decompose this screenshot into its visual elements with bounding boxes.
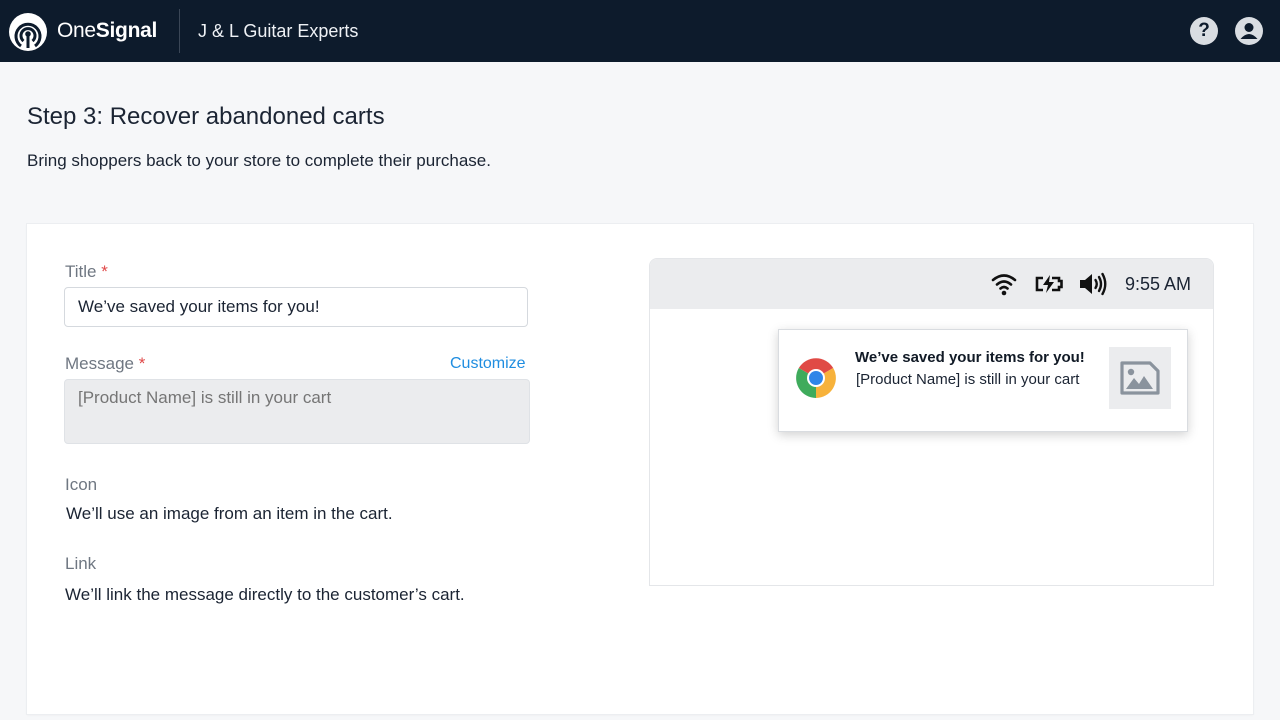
onesignal-logo-icon[interactable] [9,13,47,51]
push-notification-preview: We’ve saved your items for you! [Product… [778,329,1188,432]
message-label-text: Message [65,354,134,373]
brand-name-bold: Signal [95,19,158,42]
brand-name: OneSignal [57,19,157,43]
title-label: Title * [65,262,108,282]
page-title: Step 3: Recover abandoned carts [27,103,385,130]
notification-title: We’ve saved your items for you! [855,349,1085,366]
settings-card: Title * Message * Customize Icon We’ll u… [27,224,1253,714]
image-placeholder-icon [1120,361,1160,395]
user-avatar-icon[interactable] [1235,17,1263,45]
icon-label: Icon [65,475,98,494]
help-icon[interactable]: ? [1190,17,1218,45]
chrome-icon [796,358,836,398]
notification-body: [Product Name] is still in your cart [856,371,1080,388]
required-asterisk: * [138,354,146,373]
icon-description: We’ll use an image from an item in the c… [66,504,393,523]
app-name[interactable]: J & L Guitar Experts [198,21,358,42]
link-label: Link [65,554,97,573]
customize-link[interactable]: Customize [450,355,526,373]
required-asterisk: * [101,262,108,281]
top-navigation-bar: OneSignal J & L Guitar Experts ? [0,0,1280,62]
user-silhouette-icon [1240,23,1258,39]
notification-image [1109,347,1171,409]
system-clock: 9:55 AM [1125,274,1192,294]
notification-preview: 9:55 AM We’ve saved your items for you! … [649,258,1214,586]
brand-name-light: One [57,19,96,42]
page-subtitle: Bring shoppers back to your store to com… [27,151,491,170]
message-label: Message * [65,354,145,374]
wifi-icon [991,274,1017,296]
message-input[interactable] [64,379,530,444]
volume-icon [1080,272,1107,296]
title-label-text: Title [65,262,97,281]
system-status-bar: 9:55 AM [650,259,1213,309]
title-input[interactable] [64,287,528,327]
battery-charging-icon [1035,275,1063,293]
header-divider [179,9,180,53]
link-description: We’ll link the message directly to the c… [65,585,465,604]
